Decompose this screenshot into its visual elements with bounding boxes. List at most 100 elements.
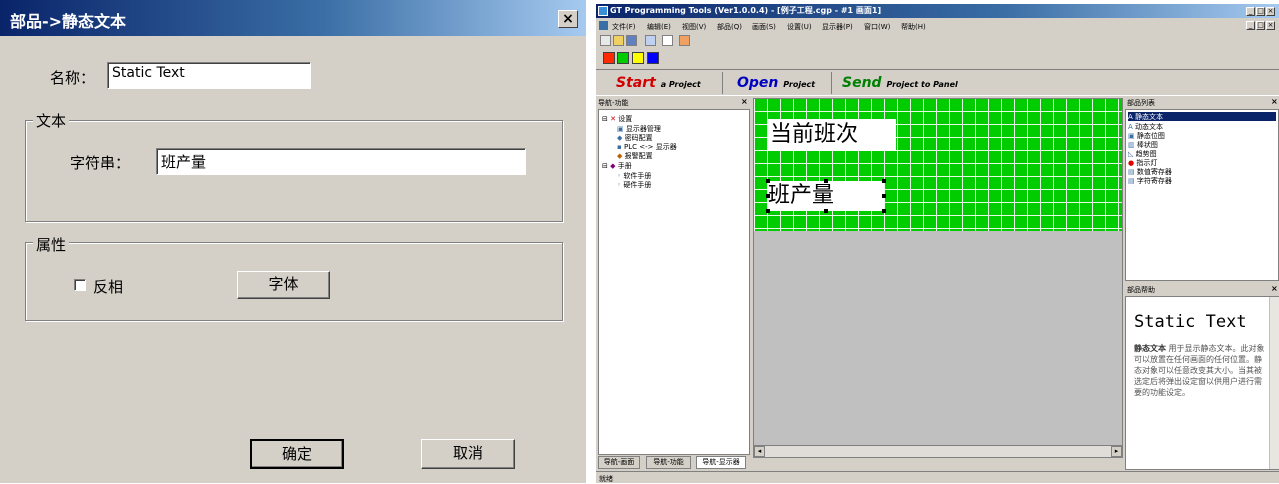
string-icon: ▤ xyxy=(1128,177,1135,185)
menu-edit[interactable]: 编辑(E) xyxy=(647,22,671,32)
dialog-close-button[interactable]: × xyxy=(558,10,578,28)
tree-settings[interactable]: ⊟ ✕ 设置 xyxy=(602,114,632,124)
help-panel-title: 部品帮助 xyxy=(1127,286,1155,294)
menu-parts[interactable]: 部品(Q) xyxy=(717,22,742,32)
child-close-icon[interactable]: × xyxy=(1266,21,1275,30)
help-body: 静态文本 用于显示静态文本。此对象可以放置在任何画面的任何位置。静态对象可以任意… xyxy=(1134,343,1266,398)
help-bold-term: 静态文本 xyxy=(1134,344,1166,353)
static-text-dialog: 部品->静态文本 × 名称： Static Text 文本 字符串： 班产量 属… xyxy=(0,0,586,483)
book-icon: ◆ xyxy=(610,162,616,170)
menu-help[interactable]: 帮助(H) xyxy=(901,22,926,32)
resize-handle[interactable] xyxy=(766,179,770,183)
menu-view[interactable]: 视图(V) xyxy=(682,22,706,32)
tab-nav-screen[interactable]: 导航-画面 xyxy=(598,456,640,469)
dialog-title: 部品->静态文本 xyxy=(10,12,127,31)
parts-panel-close-icon[interactable]: × xyxy=(1271,97,1278,106)
app-title-bar: GT Programming Tools (Ver1.0.0.4) - [例子工… xyxy=(596,4,1279,18)
launch-bar: Start a Project Open Project Send Projec… xyxy=(596,69,1279,96)
new-file-icon[interactable] xyxy=(600,35,611,46)
screen-icon[interactable] xyxy=(662,35,673,46)
color-green-swatch[interactable] xyxy=(617,52,629,64)
status-bar: 就绪 xyxy=(596,471,1279,484)
menu-settings[interactable]: 设置(U) xyxy=(787,22,812,32)
close-icon[interactable]: × xyxy=(1266,7,1275,16)
parts-panel-header: 部品列表 × xyxy=(1125,97,1279,108)
scroll-left-icon[interactable]: ◂ xyxy=(754,446,765,457)
part-static-text[interactable]: A 静态文本 xyxy=(1128,112,1276,121)
help-vscrollbar[interactable] xyxy=(1269,297,1279,469)
tab-nav-function[interactable]: 导航-功能 xyxy=(646,456,691,469)
cancel-button[interactable]: 取消 xyxy=(421,439,515,469)
help-heading: Static Text xyxy=(1134,312,1247,332)
save-icon[interactable] xyxy=(626,35,637,46)
canvas-text-current-shift[interactable]: 当前班次 xyxy=(768,119,896,151)
send-project-button[interactable]: Send Project to Panel xyxy=(832,72,972,94)
help-panel-close-icon[interactable]: × xyxy=(1271,284,1278,293)
tree-manual[interactable]: ⊟ ◆ 手册 xyxy=(602,161,632,171)
invert-checkbox[interactable] xyxy=(74,279,86,291)
trend-icon: ◺ xyxy=(1128,150,1134,158)
string-label: 字符串： xyxy=(70,154,131,172)
canvas-hscrollbar[interactable]: ◂ ▸ xyxy=(754,445,1122,457)
invert-label: 反相 xyxy=(93,278,124,296)
open-project-button[interactable]: Open Project xyxy=(723,72,832,94)
nav-panel-close-icon[interactable]: × xyxy=(741,97,748,106)
resize-handle[interactable] xyxy=(882,194,886,198)
canvas-area: 当前班次 班产量 ◂ ▸ xyxy=(753,98,1123,458)
color-red-swatch[interactable] xyxy=(603,52,615,64)
lamp-icon: ● xyxy=(1128,159,1135,167)
bitmap-icon: ▣ xyxy=(1128,132,1135,140)
canvas-text-shift-output[interactable]: 班产量 xyxy=(768,181,884,211)
dialog-title-bar: 部品->静态文本 × xyxy=(0,0,586,36)
resize-handle[interactable] xyxy=(882,179,886,183)
download-icon[interactable] xyxy=(679,35,690,46)
resize-handle[interactable] xyxy=(766,194,770,198)
zoom-icon[interactable] xyxy=(645,35,656,46)
ok-button[interactable]: 确定 xyxy=(250,439,344,469)
link-icon: ▪ xyxy=(617,143,622,151)
color-blue-swatch[interactable] xyxy=(647,52,659,64)
color-yellow-swatch[interactable] xyxy=(632,52,644,64)
minimize-icon[interactable]: _ xyxy=(1246,7,1255,16)
name-label: 名称： xyxy=(50,69,96,87)
numeric-icon: ▤ xyxy=(1128,168,1135,176)
text-a-icon: A xyxy=(1128,123,1133,131)
key-icon: ◆ xyxy=(617,134,623,142)
string-input[interactable]: 班产量 xyxy=(156,148,526,175)
bar-chart-icon: ▥ xyxy=(1128,141,1135,149)
open-sub-label: Project xyxy=(783,80,816,89)
start-project-button[interactable]: Start a Project xyxy=(598,72,723,94)
alarm-icon: ◆ xyxy=(617,152,623,160)
send-label: Send xyxy=(842,75,882,91)
nav-tree: ⊟ ✕ 设置 ▣ 显示器管理 ◆ 密码配置 ▪ PLC <-> 显示器 ◆ 报警… xyxy=(598,109,750,455)
resize-handle[interactable] xyxy=(824,179,828,183)
menu-screen[interactable]: 画面(S) xyxy=(752,22,776,32)
child-restore-icon[interactable]: □ xyxy=(1256,21,1265,30)
open-folder-icon[interactable] xyxy=(613,35,624,46)
help-doc-icon: ◦ xyxy=(617,172,622,180)
send-sub-label: Project to Panel xyxy=(886,80,958,89)
menu-bar: 文件(F) 编辑(E) 视图(V) 部品(Q) 画面(S) 设置(U) 显示器(… xyxy=(596,19,1279,32)
resize-handle[interactable] xyxy=(882,209,886,213)
resize-handle[interactable] xyxy=(766,209,770,213)
start-label: Start xyxy=(616,75,656,91)
settings-icon: ✕ xyxy=(610,115,616,123)
child-minimize-icon[interactable]: _ xyxy=(1246,21,1255,30)
menu-file[interactable]: 文件(F) xyxy=(612,22,636,32)
start-sub-label: a Project xyxy=(660,80,701,89)
resize-handle[interactable] xyxy=(824,209,828,213)
part-string-register[interactable]: ▤ 字符寄存器 xyxy=(1128,176,1172,186)
tree-hardware-manual[interactable]: ◦ 硬件手册 xyxy=(617,180,651,190)
app-title: GT Programming Tools (Ver1.0.0.4) - [例子工… xyxy=(610,6,882,15)
menu-display[interactable]: 显示器(P) xyxy=(822,22,853,32)
monitor-icon: ▣ xyxy=(617,125,624,133)
help-doc-icon: ◦ xyxy=(617,181,622,189)
font-button[interactable]: 字体 xyxy=(237,271,330,299)
menu-window[interactable]: 窗口(W) xyxy=(864,22,890,32)
tab-nav-display[interactable]: 导航-显示器 xyxy=(696,456,746,469)
help-panel-header: 部品帮助 × xyxy=(1125,284,1279,295)
maximize-icon[interactable]: □ xyxy=(1256,7,1265,16)
scroll-right-icon[interactable]: ▸ xyxy=(1111,446,1122,457)
name-input[interactable]: Static Text xyxy=(107,62,311,89)
tree-alarm[interactable]: ◆ 报警配置 xyxy=(617,151,653,161)
